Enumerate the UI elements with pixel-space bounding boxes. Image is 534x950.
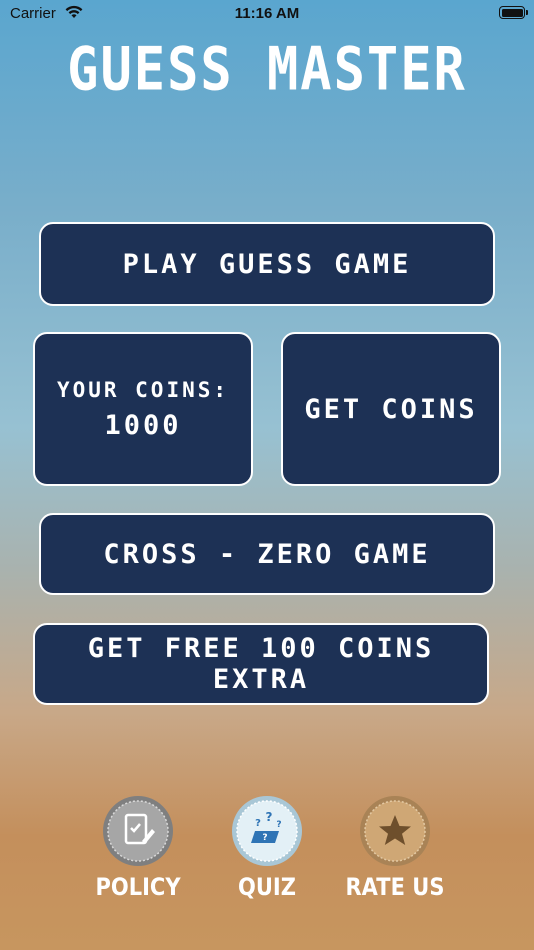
coins-label: YOUR COINS: <box>56 377 230 402</box>
svg-text:?: ? <box>266 810 273 824</box>
app-title: GUESS MASTER <box>67 35 467 105</box>
battery-icon <box>499 6 528 19</box>
svg-text:?: ? <box>255 818 261 829</box>
get-coins-button[interactable]: GET COINS <box>281 332 501 486</box>
get-free-coins-button[interactable]: GET FREE 100 COINS EXTRA <box>33 623 489 705</box>
cross-zero-game-button[interactable]: CROSS - ZERO GAME <box>39 513 495 595</box>
svg-text:?: ? <box>276 820 281 830</box>
quiz-label: QUIZ <box>238 873 296 901</box>
play-guess-game-button[interactable]: PLAY GUESS GAME <box>39 222 495 306</box>
rate-us-button[interactable]: RATE US <box>340 795 450 901</box>
quiz-laptop-icon: ? ? ? ? <box>231 795 303 867</box>
your-coins-panel: YOUR COINS: 1000 <box>33 332 253 486</box>
quiz-button[interactable]: ? ? ? ? QUIZ <box>212 795 322 901</box>
svg-text:?: ? <box>262 833 267 843</box>
policy-button[interactable]: POLICY <box>83 795 193 901</box>
policy-document-icon <box>102 795 174 867</box>
policy-label: POLICY <box>95 873 181 901</box>
status-bar: Carrier 11:16 AM <box>0 0 534 28</box>
star-icon <box>359 795 431 867</box>
status-time: 11:16 AM <box>234 5 300 22</box>
rate-us-label: RATE US <box>345 873 445 901</box>
coins-value: 1000 <box>104 409 182 441</box>
